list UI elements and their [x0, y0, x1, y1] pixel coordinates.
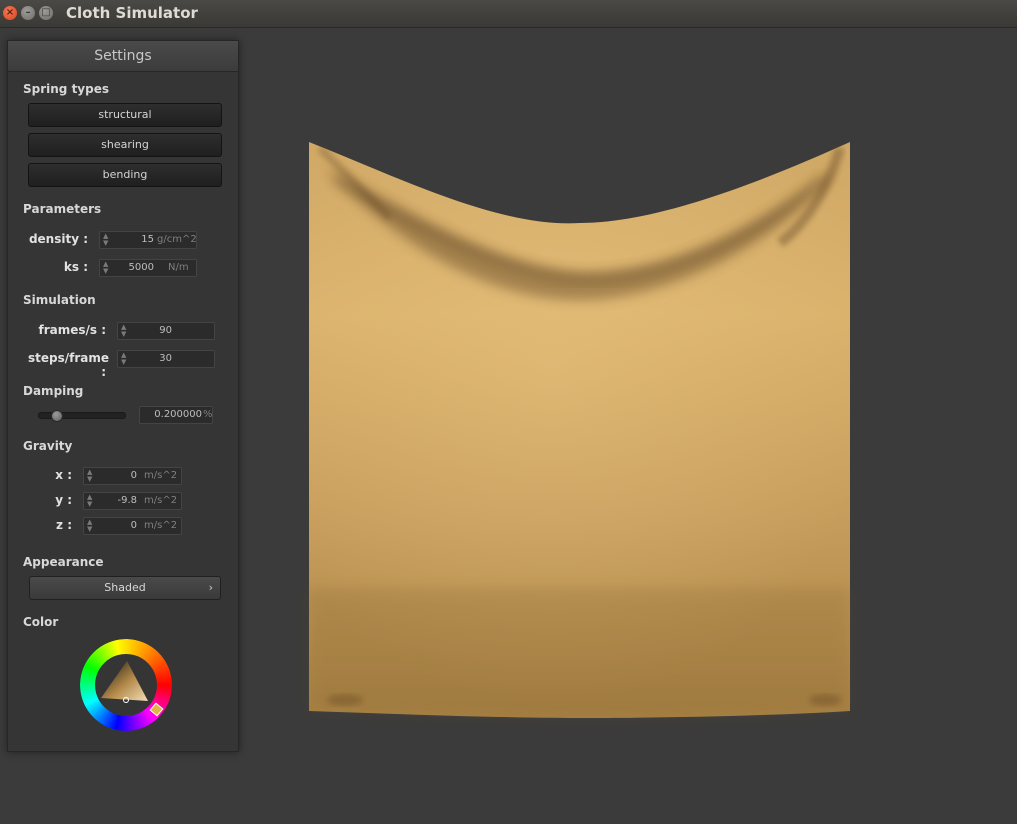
gravity-x-field[interactable]: ▲ ▼ 0 m/s^2 — [83, 467, 182, 485]
gravity-y-label: y : — [55, 493, 72, 507]
gravity-z-field[interactable]: ▲ ▼ 0 m/s^2 — [83, 517, 182, 535]
appearance-dropdown[interactable]: Shaded › — [29, 576, 221, 600]
spinner-arrows-icon[interactable]: ▲ ▼ — [87, 469, 92, 483]
gravity-y-value: -9.8 — [117, 495, 137, 506]
damping-slider-handle[interactable] — [51, 410, 64, 422]
gravity-z-value: 0 — [130, 520, 137, 531]
fps-field[interactable]: ▲ ▼ 90 — [117, 322, 215, 340]
density-value: 15 — [141, 234, 154, 245]
damping-value: 0.200000 — [154, 409, 202, 420]
fps-label: frames/s : — [38, 323, 106, 337]
steps-field[interactable]: ▲ ▼ 30 — [117, 350, 215, 368]
settings-header[interactable]: Settings — [8, 41, 238, 72]
simulation-label: Simulation — [23, 293, 96, 307]
structural-toggle-button[interactable]: structural — [28, 103, 222, 127]
gravity-y-field[interactable]: ▲ ▼ -9.8 m/s^2 — [83, 492, 182, 510]
ks-value: 5000 — [128, 262, 154, 273]
density-field[interactable]: ▲ ▼ 15 g/cm^2 — [99, 231, 197, 249]
ks-field[interactable]: ▲ ▼ 5000 N/m — [99, 259, 197, 277]
cloth-mesh[interactable] — [240, 28, 1017, 824]
gravity-z-unit: m/s^2 — [144, 520, 178, 531]
spinner-arrows-icon[interactable]: ▲ ▼ — [121, 352, 126, 366]
title-bar: × – □ Cloth Simulator — [0, 0, 1017, 28]
bending-toggle-button[interactable]: bending — [28, 163, 222, 187]
render-viewport[interactable] — [240, 28, 1017, 824]
density-unit: g/cm^2 — [157, 234, 197, 245]
minimize-icon[interactable]: – — [21, 6, 35, 20]
settings-panel: Settings Spring types structural shearin… — [7, 40, 239, 752]
gravity-label: Gravity — [23, 439, 73, 453]
gravity-x-label: x : — [55, 468, 72, 482]
gravity-x-unit: m/s^2 — [144, 470, 178, 481]
density-label: density : — [28, 232, 88, 246]
appearance-selected: Shaded — [104, 581, 146, 594]
chevron-right-icon: › — [208, 581, 213, 594]
gravity-y-unit: m/s^2 — [144, 495, 178, 506]
ks-unit: N/m — [168, 262, 189, 273]
spinner-arrows-icon[interactable]: ▲ ▼ — [121, 324, 126, 338]
damping-field[interactable]: 0.200000 % — [139, 406, 213, 424]
color-label: Color — [23, 615, 59, 629]
maximize-icon[interactable]: □ — [39, 6, 53, 20]
spinner-arrows-icon[interactable]: ▲ ▼ — [87, 494, 92, 508]
close-icon[interactable]: × — [3, 6, 17, 20]
shearing-toggle-button[interactable]: shearing — [28, 133, 222, 157]
ks-label: ks : — [63, 260, 88, 274]
fps-value: 90 — [159, 325, 172, 336]
damping-unit: % — [203, 409, 213, 420]
damping-label: Damping — [23, 384, 84, 398]
color-wheel[interactable] — [80, 639, 172, 731]
gravity-z-label: z : — [56, 518, 72, 532]
appearance-label: Appearance — [23, 555, 104, 569]
spinner-arrows-icon[interactable]: ▲ ▼ — [103, 261, 108, 275]
spinner-arrows-icon[interactable]: ▲ ▼ — [87, 519, 92, 533]
spinner-arrows-icon[interactable]: ▲ ▼ — [103, 233, 108, 247]
steps-value: 30 — [159, 353, 172, 364]
spring-types-label: Spring types — [23, 82, 110, 96]
window-title: Cloth Simulator — [66, 4, 198, 22]
gravity-x-value: 0 — [130, 470, 137, 481]
damping-slider[interactable] — [38, 410, 126, 422]
steps-label: steps/frame : — [28, 351, 110, 379]
saturation-triangle[interactable] — [101, 661, 148, 701]
parameters-label: Parameters — [23, 202, 102, 216]
